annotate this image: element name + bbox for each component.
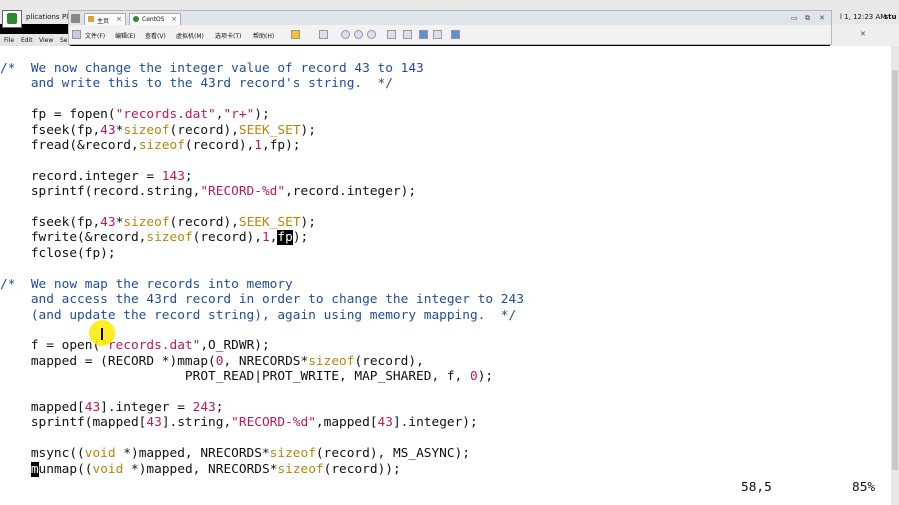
code-line: sprintf(mapped[43].string,"RECORD-%d",ma… [0,415,478,431]
code-line: munmap((void *)mapped, NRECORDS*sizeof(r… [30,461,401,477]
code-line: fseek(fp,43*sizeof(record),SEEK_SET); [0,215,316,231]
tab-centos[interactable]: CentOS × [129,13,181,25]
code-line: fwrite(&record,sizeof(record),1,fp); [0,230,309,246]
applications-menu-label[interactable]: plications [26,13,60,21]
terminal-menu-view[interactable]: View [39,37,53,44]
revert-snapshot-icon[interactable] [354,30,363,39]
menu-help[interactable]: 帮助(H) [253,31,274,40]
fullscreen-icon[interactable] [419,30,428,39]
ibeam-cursor-icon [101,328,103,340]
tab-home[interactable]: 主页 × [84,13,126,25]
terminal-close-icon[interactable]: ✕ [860,30,866,38]
restore-icon[interactable]: ⧉ [805,14,810,23]
send-keys-icon[interactable] [319,30,328,39]
code-line: and write this to the 43rd record's stri… [0,76,393,92]
tab-close-icon[interactable]: × [171,15,177,23]
code-line: record.integer = 143; [0,168,193,184]
code-line: /* We now change the integer value of re… [0,61,424,76]
vim-editor[interactable]: /* We now change the integer value of re… [0,46,899,505]
code-line: fread(&record,sizeof(record),1,fp); [0,138,301,154]
terminal-menu-edit[interactable]: Edit [21,37,33,44]
panel-user[interactable]: stu [884,13,897,21]
vmware-logo-icon [71,14,80,23]
close-icon[interactable]: ✕ [819,14,825,22]
code-line: mapped = (RECORD *)mmap(0, NRECORDS*size… [0,353,424,369]
menu-edit[interactable]: 编辑(E) [115,31,135,40]
code-line: mapped[43].integer = 243; [0,399,224,415]
vim-scroll-percent: 85% [852,480,876,495]
unity-icon[interactable] [433,30,442,39]
code-line: f = open("records.dat",O_RDWR); [0,338,270,354]
terminal-menu-file[interactable]: File [4,37,14,44]
menu-vm[interactable]: 虚拟机(M) [176,31,204,40]
terminal-menubar: File Edit View Se [0,34,70,46]
vm-icon [133,16,139,22]
menu-view[interactable]: 查看(V) [145,31,166,40]
tab-close-icon[interactable]: × [116,15,122,23]
home-icon [88,16,94,22]
power-icon[interactable] [291,30,300,39]
code-line: and access the 43rd record in order to c… [0,292,524,308]
snapshot-manager-icon[interactable] [367,30,376,39]
minimize-icon[interactable]: ▭ [791,14,798,22]
code-line: (and update the record string), again us… [0,307,517,323]
pin-icon[interactable] [72,30,81,39]
snapshot-icon[interactable] [341,30,350,39]
vm-tab-bar: 主页 × CentOS × ▭ ⧉ ✕ [69,11,831,25]
code-line: sprintf(record.string,"RECORD-%d",record… [0,184,417,200]
vm-menubar: 文件(F) 编辑(E) 查看(V) 虚拟机(M) 选项卡(T) 帮助(H) [69,27,831,44]
code-line: fp = fopen("records.dat","r+"); [0,107,270,123]
code-line: fclose(fp); [0,245,116,261]
code-line: /* We now map the records into memory [0,276,293,292]
console-view-icon[interactable] [403,30,412,39]
applications-menu-icon[interactable] [2,10,22,28]
terminal-titlebar-right: ✕ [830,24,899,46]
code-line: PROT_READ|PROT_WRITE, MAP_SHARED, f, 0); [0,369,494,385]
panel-clock[interactable]: l 1, 12:23 AM [840,13,886,21]
code-line: msync((void *)mapped, NRECORDS*sizeof(re… [0,446,470,462]
menu-tabs[interactable]: 选项卡(T) [215,31,241,40]
terminal-menu-search[interactable]: Se [60,37,68,44]
scrollbar-thumb[interactable] [892,70,898,470]
menu-file[interactable]: 文件(F) [85,31,105,40]
code-line: fseek(fp,43*sizeof(record),SEEK_SET); [0,122,316,138]
code-buffer[interactable]: /* We now change the integer value of re… [0,61,524,477]
stretch-view-icon[interactable] [451,30,460,39]
vim-cursor-position: 58,5 [741,480,772,495]
vmware-toolbar-window: 主页 × CentOS × ▭ ⧉ ✕ 文件(F) 编辑(E) 查看(V) 虚拟… [68,10,832,45]
sidebar-toggle-icon[interactable] [387,30,396,39]
